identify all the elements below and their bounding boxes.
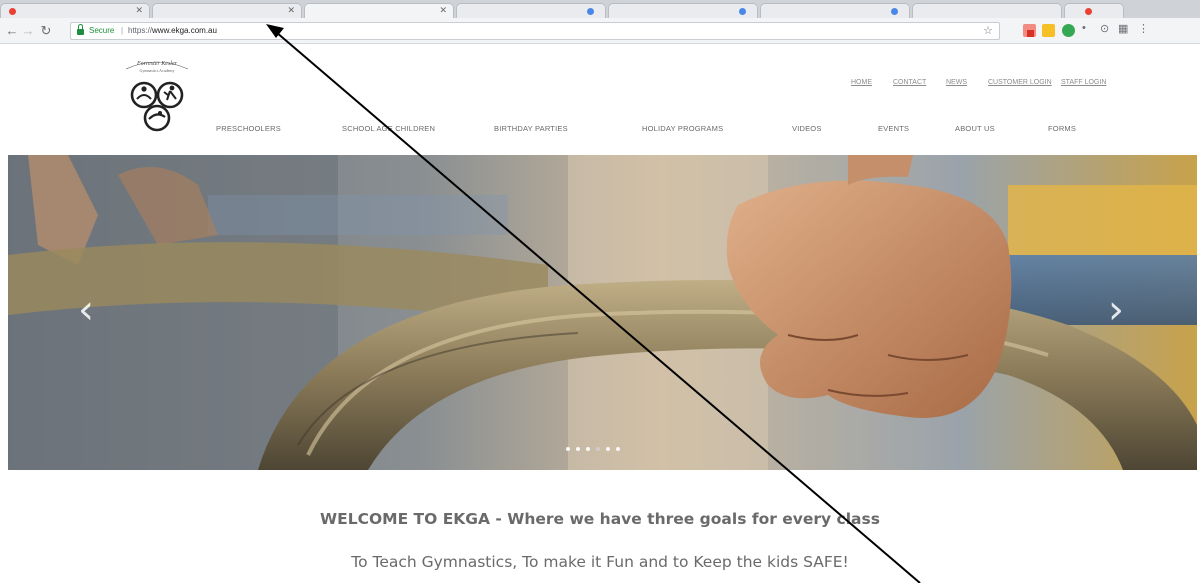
main-nav-forms[interactable]: FORMS bbox=[1048, 124, 1076, 133]
main-nav-holiday-programs[interactable]: HOLIDAY PROGRAMS bbox=[642, 124, 723, 133]
main-nav: PRESCHOOLERS SCHOOL AGE CHILDREN BIRTHDA… bbox=[0, 0, 1200, 155]
main-nav-preschoolers[interactable]: PRESCHOOLERS bbox=[216, 124, 281, 133]
carousel-dot[interactable] bbox=[616, 447, 620, 451]
main-nav-about-us[interactable]: ABOUT US bbox=[955, 124, 995, 133]
hero-image bbox=[8, 155, 1197, 470]
site-header: Forrester Kesler Gymnastics Academy HOME… bbox=[0, 45, 1200, 155]
carousel-prev-button[interactable]: ‹ bbox=[78, 290, 94, 330]
carousel-dot[interactable] bbox=[576, 447, 580, 451]
carousel-dot[interactable] bbox=[606, 447, 610, 451]
welcome-subheading: To Teach Gymnastics, To make it Fun and … bbox=[351, 553, 849, 571]
hero-carousel: ‹ › bbox=[8, 155, 1197, 470]
carousel-next-button[interactable]: › bbox=[1108, 290, 1124, 330]
carousel-dot-active[interactable] bbox=[596, 447, 600, 451]
carousel-indicators bbox=[566, 438, 626, 451]
main-nav-events[interactable]: EVENTS bbox=[878, 124, 909, 133]
carousel-dot[interactable] bbox=[566, 447, 570, 451]
main-nav-birthday-parties[interactable]: BIRTHDAY PARTIES bbox=[494, 124, 568, 133]
main-nav-school-age-children[interactable]: SCHOOL AGE CHILDREN bbox=[342, 124, 435, 133]
welcome-heading: WELCOME TO EKGA - Where we have three go… bbox=[320, 510, 880, 528]
main-nav-videos[interactable]: VIDEOS bbox=[792, 124, 822, 133]
carousel-dot[interactable] bbox=[586, 447, 590, 451]
